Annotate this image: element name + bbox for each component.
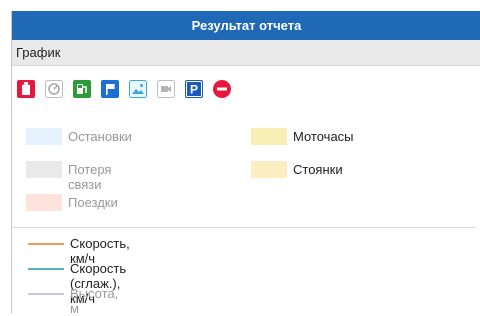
- fuel-station-icon[interactable]: [73, 80, 91, 98]
- legend-divider: [11, 227, 476, 228]
- legend-label-altitude[interactable]: Высота, м: [70, 286, 118, 316]
- fuel-canister-icon[interactable]: [17, 80, 35, 98]
- chart-toolbar: P: [17, 80, 241, 98]
- legend-label-parkings[interactable]: Стоянки: [293, 162, 343, 177]
- speedometer-icon[interactable]: [45, 80, 63, 98]
- legend-swatch-parkings[interactable]: [251, 161, 287, 178]
- legend-line-altitude[interactable]: [28, 293, 64, 295]
- flag-icon[interactable]: [101, 80, 119, 98]
- legend-swatch-engine-hours[interactable]: [251, 128, 287, 145]
- window-title: Результат отчета: [12, 11, 480, 40]
- legend-label-connection-loss[interactable]: Потеря связи: [68, 162, 111, 192]
- legend-line-speed[interactable]: [28, 243, 64, 245]
- image-icon[interactable]: [129, 80, 147, 98]
- stop-sign-icon[interactable]: [213, 80, 231, 98]
- legend-swatch-stops[interactable]: [26, 128, 62, 145]
- legend-swatch-trips[interactable]: [26, 194, 62, 211]
- parking-icon[interactable]: P: [185, 80, 203, 98]
- legend-label-engine-hours[interactable]: Моточасы: [293, 129, 354, 144]
- legend-line-speed-smoothed[interactable]: [28, 268, 64, 270]
- svg-text:P: P: [190, 83, 198, 97]
- legend-label-stops[interactable]: Остановки: [68, 129, 132, 144]
- section-header-chart[interactable]: График: [12, 40, 480, 66]
- video-camera-icon[interactable]: [157, 80, 175, 98]
- legend-swatch-connection-loss[interactable]: [26, 161, 62, 178]
- legend-label-trips[interactable]: Поездки: [68, 195, 118, 210]
